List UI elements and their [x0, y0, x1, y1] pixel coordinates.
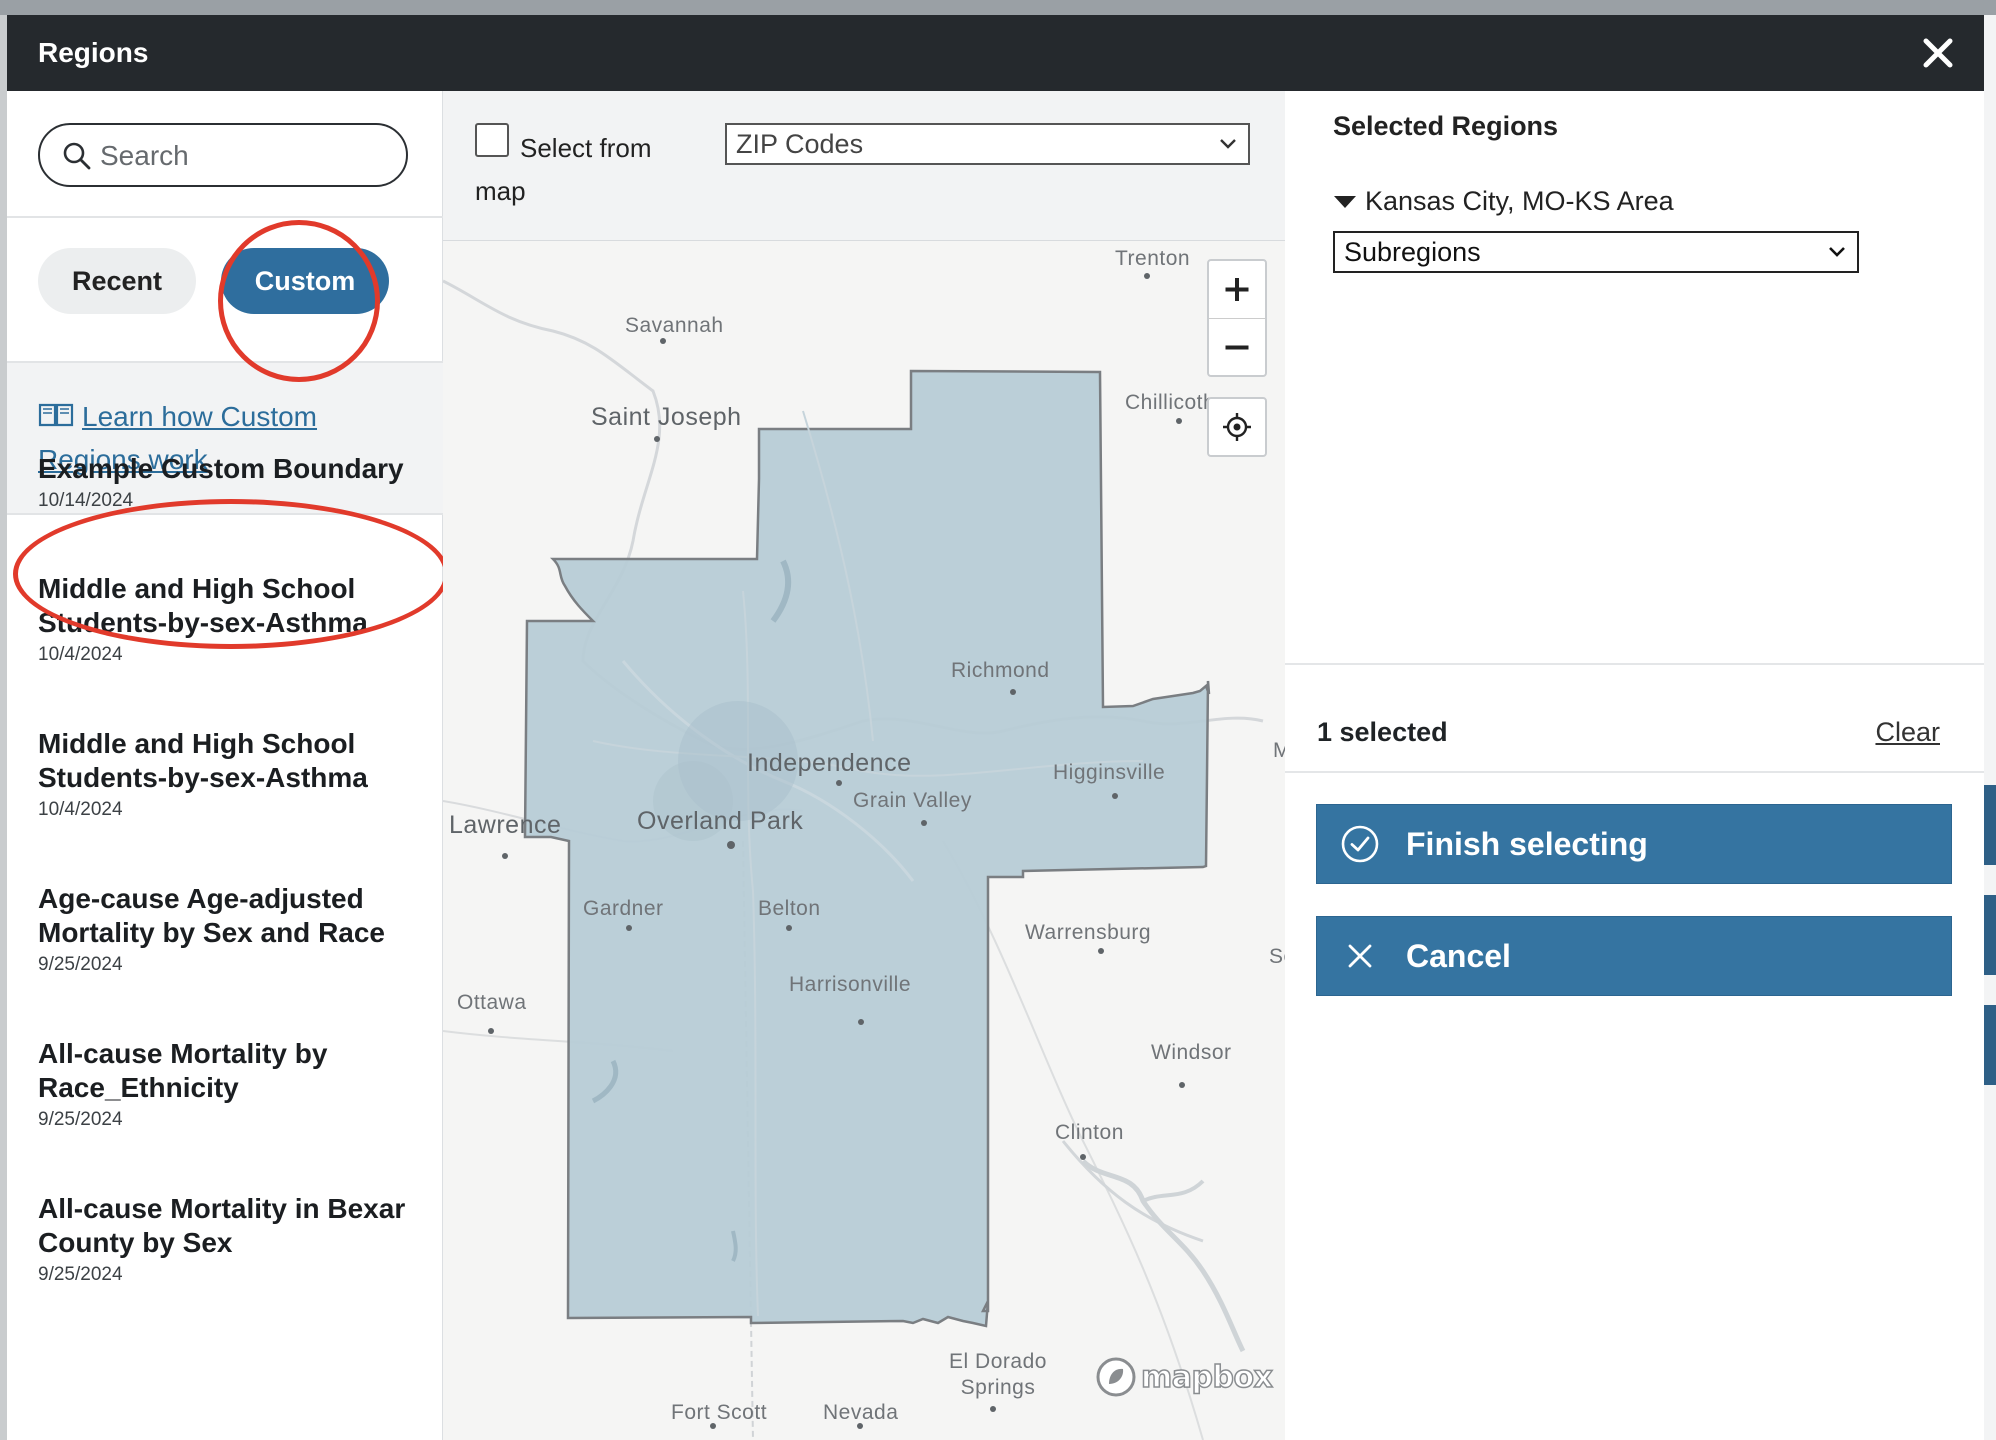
subregions-select[interactable]: Subregions [1333, 231, 1859, 273]
close-icon [1923, 38, 1953, 68]
boundary-date: 9/25/2024 [38, 1264, 123, 1285]
boundary-name: All-cause Mortality by Race_Ethnicity [38, 1038, 328, 1103]
tab-custom[interactable]: Custom [221, 248, 389, 314]
map-label-independence: Independence [747, 749, 912, 777]
modal-header: Regions [7, 15, 1984, 91]
list-item[interactable]: Age-cause Age-adjusted Mortality by Sex … [38, 882, 428, 976]
search-icon [63, 142, 91, 170]
map-label-clinton: Clinton [1055, 1121, 1124, 1144]
regions-modal: Regions Recent Custom Learn how C [7, 15, 1984, 1440]
tab-recent[interactable]: Recent [38, 248, 196, 314]
selected-regions-panel: Selected Regions Kansas City, MO-KS Area… [1285, 91, 1984, 1440]
map-label-chillicothe: Chillicothe [1125, 391, 1215, 414]
map-label-warrensburg: Warrensburg [1025, 921, 1152, 944]
mapbox-attribution[interactable]: mapbox [1095, 1355, 1274, 1399]
map-label-overland-park: Overland Park [637, 807, 804, 835]
map-label-higginsville: Higginsville [1053, 761, 1166, 784]
geography-select-value: ZIP Codes [736, 128, 864, 159]
map-label-fort-scott: Fort Scott [671, 1401, 768, 1424]
list-item[interactable]: All-cause Mortality by Race_Ethnicity 9/… [38, 1037, 428, 1131]
list-item[interactable]: All-cause Mortality in Bexar County by S… [38, 1192, 428, 1286]
check-circle-icon [1341, 825, 1379, 863]
selected-region-name: Kansas City, MO-KS Area [1365, 186, 1674, 216]
map-label-lawrence: Lawrence [449, 811, 562, 839]
map-label-nevada: Nevada [823, 1401, 899, 1424]
select-from-map-label: Select from map [475, 133, 652, 206]
caret-down-icon [1334, 195, 1356, 208]
cancel-label: Cancel [1406, 937, 1511, 974]
map-label-savannah: Savannah [625, 314, 724, 337]
map-panel: Select from map ZIP Codes Trenton Savann… [443, 91, 1285, 1440]
selected-region-row[interactable]: Kansas City, MO-KS Area [1333, 186, 1674, 217]
list-item[interactable]: Middle and High School Students-by-sex-A… [38, 572, 428, 666]
subregions-select-value: Subregions [1344, 236, 1481, 267]
selected-regions-title: Selected Regions [1333, 111, 1559, 141]
locate-icon [1223, 413, 1251, 441]
boundary-date: 9/25/2024 [38, 1109, 123, 1130]
map-label-windsor: Windsor [1151, 1041, 1232, 1064]
close-button[interactable] [1918, 33, 1958, 73]
mapbox-wordmark: mapbox [1140, 1359, 1273, 1396]
map-label-ottawa: Ottawa [457, 991, 527, 1014]
chevron-down-icon [1829, 247, 1845, 257]
finish-selecting-label: Finish selecting [1406, 825, 1648, 862]
boundary-date: 9/25/2024 [38, 954, 123, 975]
list-item[interactable]: Middle and High School Students-by-sex-A… [38, 727, 428, 821]
cancel-button[interactable]: Cancel [1316, 916, 1952, 996]
geolocate-button[interactable] [1207, 397, 1267, 457]
geography-select[interactable]: ZIP Codes [725, 123, 1250, 165]
minus-icon [1225, 345, 1249, 350]
map-label-el-dorado-springs: El Dorado Springs [949, 1350, 1047, 1399]
background-top-strip [0, 0, 1996, 15]
map-label-edge: Se [1269, 945, 1285, 968]
zoom-in-button[interactable] [1209, 261, 1265, 318]
map-label-saint-joseph: Saint Joseph [591, 403, 742, 431]
boundary-name: All-cause Mortality in Bexar County by S… [38, 1193, 406, 1258]
modal-title: Regions [38, 37, 149, 68]
chevron-down-icon [1220, 139, 1236, 149]
boundary-name: Middle and High School Students-by-sex-A… [38, 573, 368, 638]
finish-selecting-button[interactable]: Finish selecting [1316, 804, 1952, 884]
boundary-name: Middle and High School Students-by-sex-A… [38, 728, 368, 793]
selected-count: 1 selected [1317, 717, 1448, 747]
divider [1285, 771, 1984, 773]
close-icon [1348, 944, 1372, 968]
mapbox-logo-icon [1096, 1357, 1136, 1397]
boundary-date: 10/14/2024 [38, 490, 134, 511]
map-label-edge: M [1273, 739, 1285, 762]
zoom-out-button[interactable] [1209, 319, 1265, 376]
boundary-date: 10/4/2024 [38, 644, 123, 665]
plus-icon [1225, 278, 1249, 301]
search-box[interactable] [38, 123, 408, 187]
zoom-control [1207, 259, 1267, 377]
search-input[interactable] [100, 137, 390, 175]
divider [7, 216, 443, 218]
background-left-edge [0, 15, 7, 1440]
base-map [443, 241, 1285, 1440]
map-label-gardner: Gardner [583, 897, 664, 920]
divider [1285, 663, 1984, 665]
list-item[interactable]: Example Custom Boundary 10/14/2024 [38, 452, 428, 512]
map-toolbar: Select from map ZIP Codes [443, 91, 1285, 241]
map-label-harrisonville: Harrisonville [789, 973, 912, 996]
boundary-date: 10/4/2024 [38, 799, 123, 820]
map-label-richmond: Richmond [951, 659, 1050, 682]
map-label-grain-valley: Grain Valley [853, 789, 972, 812]
boundary-name: Example Custom Boundary [38, 453, 404, 484]
boundary-name: Age-cause Age-adjusted Mortality by Sex … [38, 883, 386, 948]
divider [7, 513, 443, 515]
map-canvas[interactable]: Trenton Savannah Saint Joseph Chillicoth… [443, 241, 1285, 1440]
clear-link[interactable]: Clear [1875, 717, 1940, 748]
map-label-trenton: Trenton [1115, 247, 1191, 270]
map-label-belton: Belton [758, 897, 821, 920]
